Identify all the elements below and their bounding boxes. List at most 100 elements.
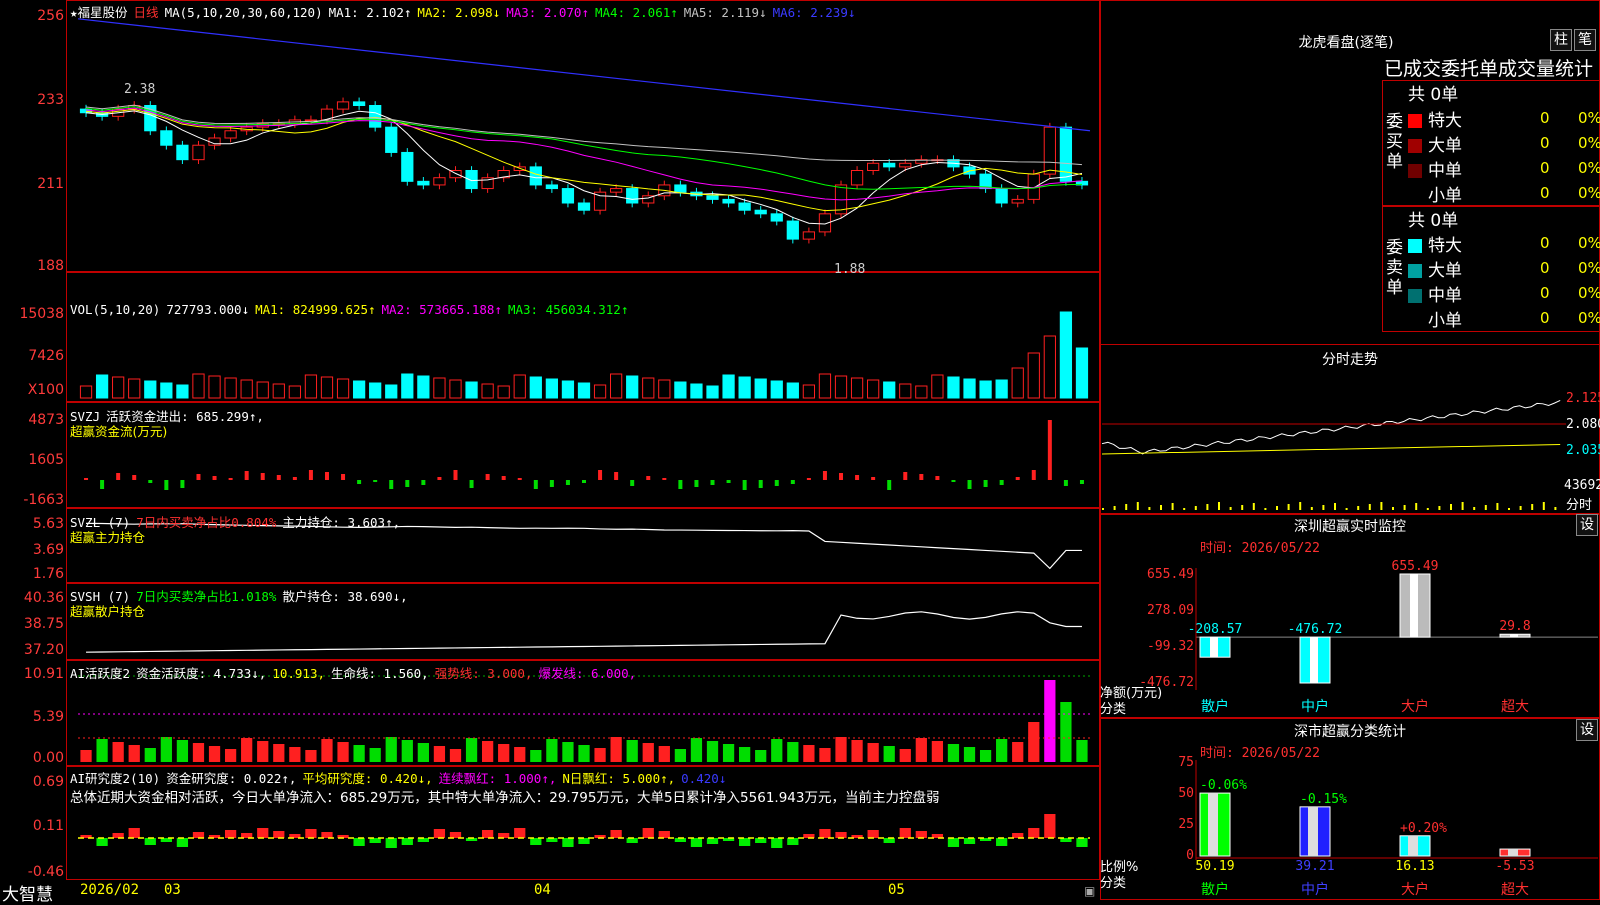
flow-bar [774,480,779,486]
flow-bar [132,475,137,480]
svzl-label1: 7日内买卖净占比0.804% [136,515,277,530]
axis-month-05: 05 [888,882,905,898]
vol-bar [128,378,141,399]
axis-month-03: 03 [164,882,181,898]
flow-bar [517,478,522,480]
ai1-label5: 爆发线: 6.000, [538,666,637,681]
ai2-ytick: 0.69 [32,774,64,790]
ai1-label2: 10.913, [272,666,325,681]
flow-bar [806,478,811,480]
flow-bar [662,478,667,480]
vol-bar [770,380,783,399]
tick-mode-button[interactable]: 笔 [1574,29,1596,51]
buy-xl-pct: 0% [1578,109,1600,127]
monitor-panel[interactable] [1100,514,1600,718]
vol-bar [1075,347,1089,399]
candle [626,188,639,204]
flow-bar [84,478,89,480]
svzj-ytick: 1605 [28,452,64,468]
flow-bar [148,480,153,483]
flow-bar [999,480,1004,485]
candle [754,209,767,215]
ai2-summary: 总体近期大资金相对活跃，今日大单净流入：685.29万元，其中特大单净流入：29… [70,790,940,806]
classify-xlabel: 分类 [1100,876,1127,891]
flow-bar [935,476,940,480]
buy-s-label: 小单 [1428,186,1462,206]
sell-m-label: 中单 [1428,286,1462,306]
flow-bar [1063,480,1068,486]
kline-ytick: 233 [37,92,64,108]
activity-bar [1044,680,1056,762]
flow-bar [260,473,265,480]
flow-bar [598,470,603,480]
sell-s-label: 小单 [1428,311,1462,331]
flow-bar [678,480,683,489]
ai1-title: AI活跃度2 [70,666,131,681]
period-label[interactable]: 日线 [134,5,159,20]
activity-bar [449,749,462,762]
ma2-label: MA2: 2.098↓ [417,5,501,20]
candle [786,220,799,240]
buy-s-pct: 0% [1578,184,1600,202]
candle [577,202,591,211]
vol-bar [899,383,912,399]
brand-logo[interactable]: 大智慧 [2,880,53,905]
candle [336,101,350,110]
activity-bar [1060,702,1072,762]
buy-side-label: 委买单 [1386,112,1403,172]
sell-s-swatch [1408,314,1422,328]
flow-bar [324,472,329,480]
candle [529,166,542,186]
svsh-label1: 7日内买卖净占比1.018% [136,589,277,604]
bar-mode-button[interactable]: 柱 [1550,29,1572,51]
flow-bar [292,477,297,480]
candle [770,213,783,222]
activity-bar [578,745,590,762]
lock-icon[interactable]: ▣ [1084,884,1095,898]
classify-settings-button[interactable]: 设 [1576,719,1598,741]
activity-bar [128,745,140,762]
fenshi-ytick: 2.080 [1566,417,1600,432]
svsh-label2: 散户持仓: 38.690↓, [282,589,408,604]
candle [385,126,398,153]
activity-bar [514,747,526,762]
high-price-label: 2.38 [124,82,156,97]
kline-ytick: 256 [37,8,64,24]
svzj-subtitle: 超赢资金流(万元) [70,424,168,439]
research-bar [706,838,719,844]
ai1-ytick: 0.00 [32,750,64,766]
flow-bar [389,480,394,489]
vol-bar [95,374,109,399]
candle [883,162,896,168]
candle [610,188,623,193]
classify-time: 时间: 2026/05/22 [1200,746,1320,761]
activity-bar [224,749,237,762]
research-bar [835,832,847,838]
ai1-label4: 强势线: 3.000, [434,666,533,681]
buy-row-l: 大单 [1408,131,1462,156]
candle [802,231,816,240]
vol-bar [208,375,221,399]
vol-bar [818,373,832,399]
stock-name[interactable]: 福星股份 [78,5,128,20]
flow-bar [565,480,570,485]
flow-bar [469,480,474,488]
vol-bar [79,385,93,399]
activity-bar [176,740,189,762]
research-bar [819,829,831,838]
vol-bar [722,374,735,399]
sell-m-swatch [1408,289,1422,303]
monitor-settings-button[interactable]: 设 [1576,514,1598,536]
sell-counts: 0 0 0 0 [1540,231,1550,331]
flow-bar [437,477,442,480]
monitor-title: 深圳超赢实时监控 [1294,519,1406,535]
svsh-ytick: 40.36 [23,590,64,606]
activity-bar [289,747,301,762]
classify-panel[interactable] [1100,718,1600,900]
vol-bar [192,373,205,399]
activity-bar [755,750,767,762]
vol-bar [802,384,816,399]
fenshi-panel[interactable] [1100,344,1600,514]
vol-bar [497,385,510,399]
flow-bar [983,480,988,487]
